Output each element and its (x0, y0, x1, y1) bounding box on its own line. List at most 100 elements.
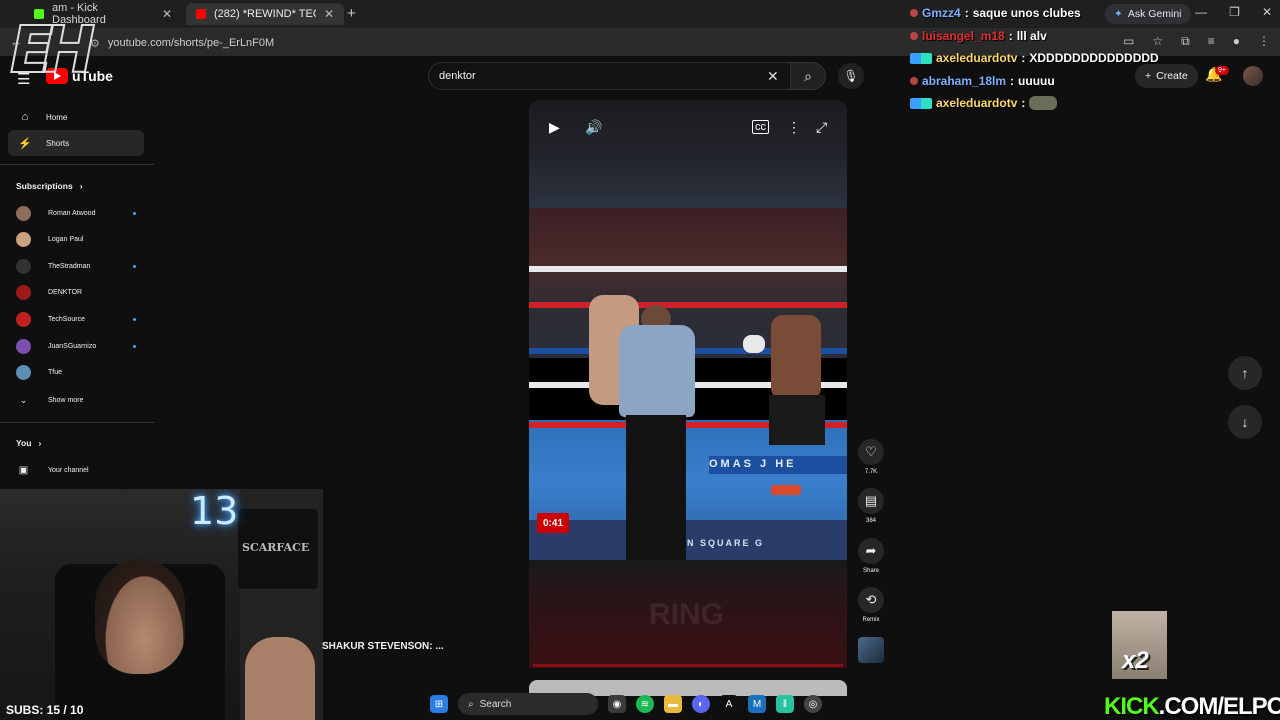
sidebar-subscription-item[interactable]: Logan Paul (16, 231, 136, 249)
share-action[interactable]: ➦ Share (858, 538, 884, 574)
chat-emote-icon (1029, 96, 1058, 110)
voice-search-button[interactable]: 🎙 (838, 63, 864, 89)
previous-short-button[interactable]: ↑ (1228, 356, 1262, 390)
sidebar-subscription-item[interactable]: TheStradman (16, 257, 136, 275)
extensions-icon[interactable]: ⧉ (1181, 34, 1190, 49)
home-icon: ⌂ (21, 111, 29, 123)
sidebar-subscription-item[interactable]: DENKTOR (16, 284, 136, 302)
subscription-label: Logan Paul (48, 236, 84, 244)
share-icon[interactable]: ➦ (858, 538, 884, 564)
like-action[interactable]: ♡ 7.7K (858, 439, 884, 475)
chat-text: saque unos clubes (972, 6, 1081, 20)
search-button[interactable]: ⌕ (790, 62, 826, 90)
create-button[interactable]: + Create (1135, 64, 1198, 88)
taskbar-search[interactable]: ⌕ Search (458, 693, 598, 715)
remix-action[interactable]: ⟲ Remix (858, 587, 884, 623)
your-channel-label: Your channel (48, 466, 89, 474)
url-field[interactable]: ⚙ youtube.com/shorts/pe-_ErLnF0M (90, 34, 890, 52)
close-icon[interactable]: ✕ (162, 7, 172, 21)
chat-username: Gmzz4 (922, 6, 961, 20)
profile-icon[interactable]: ● (1233, 34, 1240, 49)
close-icon[interactable]: ✕ (324, 7, 334, 21)
new-content-dot (133, 317, 136, 321)
fullscreen-icon[interactable]: ⤢ (816, 119, 827, 136)
kick-channel-brand: KICK.COM/ELPOLIIN (1104, 693, 1280, 720)
audio-app-icon[interactable]: ‖ (776, 695, 794, 713)
close-window-icon[interactable]: ✕ (1262, 5, 1272, 19)
chevron-down-icon: ⌄ (19, 394, 28, 405)
sidebar-item-home[interactable]: ⌂ Home (8, 104, 144, 130)
chat-separator: : (964, 6, 969, 20)
chat-separator: : (1008, 28, 1013, 43)
next-short-button[interactable]: ↓ (1228, 405, 1262, 439)
account-avatar[interactable] (1243, 66, 1263, 86)
chat-separator: : (1021, 51, 1026, 65)
chevron-right-icon: › (79, 181, 83, 191)
sidebar-item-shorts[interactable]: ⚡ Shorts (8, 130, 144, 156)
more-options-icon[interactable]: ⋮ (787, 119, 801, 136)
sidebar-item-your-channel[interactable]: ▣ Your channel (16, 461, 136, 479)
channel-thumbnail[interactable] (858, 637, 884, 663)
discord-icon[interactable]: ◐ (692, 695, 710, 713)
chat-message: axeleduardotv: (910, 96, 1058, 110)
sidebar-subscription-item[interactable]: JuanSGuarnizo (16, 337, 136, 355)
remix-icon[interactable]: ⟲ (858, 587, 884, 613)
volume-icon[interactable]: 🔊 (585, 119, 602, 136)
next-short-preview[interactable]: RING (529, 560, 847, 668)
more-options-icon[interactable]: ⋮ (1258, 34, 1270, 49)
spotify-icon[interactable]: ≋ (636, 695, 654, 713)
windows-start-icon[interactable]: ⊞ (430, 695, 448, 713)
channel-avatar (16, 258, 31, 274)
short-title[interactable]: SHAKUR STEVENSON: ... (322, 641, 444, 652)
chat-username: luisangel_m18 (922, 28, 1005, 43)
subscriptions-heading-label: Subscriptions (16, 181, 73, 191)
captions-icon[interactable]: cc (752, 120, 769, 134)
chrome-icon[interactable]: ◉ (608, 695, 626, 713)
bookmark-star-icon[interactable]: ☆ (1152, 34, 1163, 49)
search-input[interactable]: denktor (428, 62, 790, 90)
app-a-icon[interactable]: A (720, 695, 738, 713)
like-icon[interactable]: ♡ (858, 439, 884, 465)
cast-icon[interactable]: ▭ (1123, 34, 1134, 49)
show-more-label: Show more (48, 396, 84, 404)
streamer-face (95, 559, 185, 674)
channel-avatar (16, 285, 31, 301)
channel-avatar (16, 365, 31, 381)
url-text: youtube.com/shorts/pe-_ErLnF0M (107, 37, 275, 49)
chat-badge-icon (910, 97, 932, 109)
subscription-label: Roman Atwood (48, 209, 96, 217)
minimize-icon[interactable]: — (1195, 5, 1207, 19)
app-m-icon[interactable]: M (748, 695, 766, 713)
show-more-button[interactable]: ⌄ Show more (16, 391, 136, 409)
ask-gemini-button[interactable]: ✦ Ask Gemini (1105, 4, 1191, 24)
address-bar-actions: ▭ ☆ ⧉ ≡ ● ⋮ (1123, 34, 1270, 49)
sidebar-subscription-item[interactable]: TechSource (16, 310, 136, 328)
new-tab-icon[interactable]: + (347, 5, 356, 22)
comment-icon[interactable]: ▤ (858, 488, 884, 514)
streamer-webcam: SCARFACE 13 (0, 489, 323, 720)
chat-message: luisangel_m18: lll alv (910, 29, 1047, 43)
shorts-icon: ⚡ (18, 137, 32, 150)
tab-youtube-short[interactable]: (282) *REWIND* TEOFIMO LOP ✕ (186, 3, 344, 25)
restore-icon[interactable]: ❐ (1229, 5, 1240, 19)
media-control-icon[interactable]: ≡ (1208, 34, 1215, 49)
streamer-hand (245, 637, 315, 720)
ring-logo-watermark: RING (649, 598, 724, 631)
subscriptions-heading[interactable]: Subscriptions › (16, 181, 83, 191)
gemini-icon: ✦ (1114, 8, 1123, 20)
chat-text: uuuuu (1018, 73, 1055, 88)
file-explorer-icon[interactable]: ▬ (664, 695, 682, 713)
shorts-video-player[interactable]: OMAS J HE MADISON SQUARE G (529, 100, 847, 560)
sidebar-subscription-item[interactable]: Tfue (16, 364, 136, 382)
you-heading[interactable]: You › (16, 438, 41, 448)
chat-separator: : (1010, 73, 1015, 88)
play-icon[interactable]: ▶ (549, 119, 560, 136)
obs-icon[interactable]: ◎ (804, 695, 822, 713)
progress-bar[interactable] (533, 664, 843, 667)
subscription-label: TechSource (48, 315, 85, 323)
plus-icon: + (1145, 70, 1152, 82)
clear-search-icon[interactable]: ✕ (767, 68, 779, 85)
youtube-favicon-icon (196, 9, 206, 19)
sidebar-subscription-item[interactable]: Roman Atwood (16, 204, 136, 222)
comment-action[interactable]: ▤ 384 (858, 488, 884, 524)
